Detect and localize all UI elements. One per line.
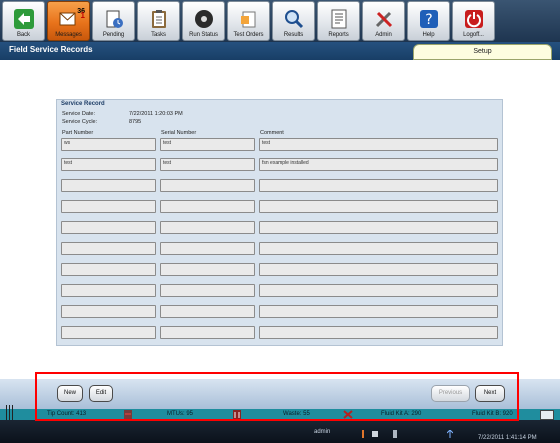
- panel-title: Service Record: [61, 101, 105, 107]
- serial-number-field[interactable]: [160, 284, 255, 297]
- test-orders-icon: [238, 8, 260, 30]
- help-icon: ?: [418, 8, 440, 30]
- system-taskbar: admin 7/22/2011 1:41:14 PM: [0, 420, 560, 443]
- tools-icon: [373, 8, 395, 30]
- serial-number-field[interactable]: [160, 200, 255, 213]
- part-number-field[interactable]: [61, 200, 156, 213]
- column-header-part-number: Part Number: [62, 130, 94, 136]
- system-clock: 7/22/2011 1:41:14 PM: [478, 435, 537, 441]
- comment-field[interactable]: [259, 179, 498, 192]
- reports-button-label: Reports: [328, 32, 349, 38]
- serial-number-field[interactable]: [160, 179, 255, 192]
- disc-icon: [193, 8, 215, 30]
- highlight-box: [35, 372, 519, 421]
- logoff-button-label: Logoff...: [463, 32, 484, 38]
- admin-button[interactable]: Admin: [362, 1, 405, 41]
- serial-number-field[interactable]: [160, 263, 255, 276]
- main-toolbar: Back 36 1 Messages Pending Tasks Run Sta…: [0, 0, 560, 42]
- tab-setup[interactable]: Setup: [413, 44, 552, 60]
- alert-icon[interactable]: [360, 430, 366, 438]
- service-cycle-label: Service Cycle:: [62, 119, 98, 125]
- part-number-field[interactable]: [61, 179, 156, 192]
- comment-field[interactable]: fsn example installed: [259, 158, 498, 171]
- serial-number-field[interactable]: [160, 221, 255, 234]
- part-number-field[interactable]: [61, 284, 156, 297]
- run-status-button-label: Run Status: [189, 32, 218, 38]
- page-title: Field Service Records: [9, 45, 93, 54]
- magnifier-icon: [283, 8, 305, 30]
- service-record-panel: Service Record Service Date: 7/22/2011 1…: [56, 99, 503, 346]
- test-orders-button-label: Test Orders: [233, 32, 264, 38]
- logoff-button[interactable]: Logoff...: [452, 1, 495, 41]
- comment-field[interactable]: [259, 305, 498, 318]
- back-button[interactable]: Back: [2, 1, 45, 41]
- admin-button-label: Admin: [375, 32, 392, 38]
- results-button[interactable]: Results: [272, 1, 315, 41]
- serial-number-field[interactable]: test: [160, 158, 255, 171]
- messages-alert-mark: 1: [80, 11, 85, 20]
- grip-handle-icon[interactable]: [6, 405, 15, 420]
- back-button-label: Back: [17, 32, 30, 38]
- service-cycle-value: 8795: [129, 119, 142, 125]
- comment-field[interactable]: [259, 263, 498, 276]
- reports-button[interactable]: Reports: [317, 1, 360, 41]
- column-header-serial-number: Serial Number: [161, 130, 197, 136]
- logged-in-user: admin: [314, 429, 331, 435]
- part-number-field[interactable]: [61, 242, 156, 255]
- part-number-field[interactable]: test: [61, 158, 156, 171]
- svg-text:?: ?: [425, 12, 432, 28]
- tasks-button[interactable]: Tasks: [137, 1, 180, 41]
- comment-field[interactable]: [259, 242, 498, 255]
- serial-number-field[interactable]: [160, 305, 255, 318]
- test-orders-button[interactable]: Test Orders: [227, 1, 270, 41]
- part-number-field[interactable]: ws: [61, 138, 156, 151]
- keyboard-icon[interactable]: [540, 410, 554, 420]
- run-status-button[interactable]: Run Status: [182, 1, 225, 41]
- help-button[interactable]: ? Help: [407, 1, 450, 41]
- report-icon: [328, 8, 350, 30]
- service-date-value: 7/22/2011 1:20:03 PM: [129, 111, 183, 117]
- comment-field[interactable]: test: [259, 138, 498, 151]
- comment-field[interactable]: [259, 200, 498, 213]
- tasks-button-label: Tasks: [151, 32, 166, 38]
- comment-field[interactable]: [259, 221, 498, 234]
- part-number-field[interactable]: [61, 326, 156, 339]
- clipboard-icon: [148, 8, 170, 30]
- part-number-field[interactable]: [61, 263, 156, 276]
- printer-icon[interactable]: [372, 430, 378, 438]
- page-header: Field Service Records Setup: [0, 42, 560, 60]
- envelope-icon: [58, 8, 80, 30]
- column-header-comment: Comment: [260, 130, 284, 136]
- pending-button-label: Pending: [102, 32, 125, 38]
- messages-button-label: Messages: [55, 32, 82, 38]
- messages-button[interactable]: 36 1 Messages: [47, 1, 90, 41]
- pending-button[interactable]: Pending: [92, 1, 135, 41]
- results-button-label: Results: [283, 32, 304, 38]
- pending-icon: [103, 8, 125, 30]
- part-number-field[interactable]: [61, 305, 156, 318]
- comment-field[interactable]: [259, 284, 498, 297]
- back-arrow-icon: [13, 8, 35, 30]
- serial-number-field[interactable]: test: [160, 138, 255, 151]
- network-icon[interactable]: [447, 430, 453, 438]
- comment-field[interactable]: [259, 326, 498, 339]
- part-number-field[interactable]: [61, 221, 156, 234]
- help-button-label: Help: [422, 32, 435, 38]
- serial-number-field[interactable]: [160, 242, 255, 255]
- serial-number-field[interactable]: [160, 326, 255, 339]
- service-date-label: Service Date:: [62, 111, 96, 117]
- power-icon: [463, 8, 485, 30]
- device-icon[interactable]: [392, 430, 398, 438]
